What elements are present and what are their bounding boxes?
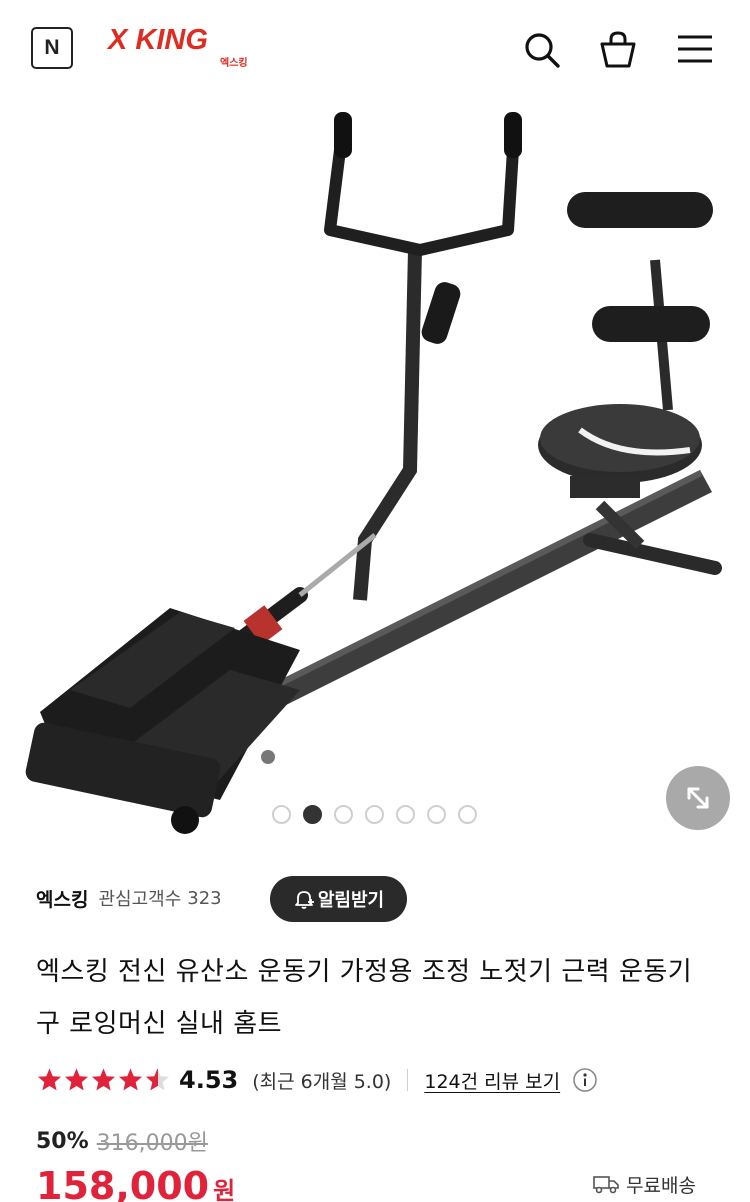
pagination-dot[interactable] bbox=[365, 805, 384, 824]
shopping-bag-icon[interactable] bbox=[596, 28, 640, 72]
search-icon[interactable] bbox=[520, 28, 564, 72]
product-image-gallery[interactable] bbox=[0, 96, 750, 846]
star-icon bbox=[146, 1068, 169, 1091]
menu-icon[interactable] bbox=[672, 28, 716, 72]
review-link[interactable]: 124건 리뷰 보기 bbox=[424, 1067, 560, 1094]
shipping-info: 무료배송 bbox=[592, 1168, 696, 1200]
star-icon bbox=[119, 1068, 142, 1091]
naver-logo[interactable]: N bbox=[31, 27, 73, 69]
info-icon[interactable] bbox=[572, 1067, 598, 1093]
rating-score: 4.53 bbox=[179, 1066, 239, 1094]
divider bbox=[407, 1069, 409, 1091]
star-rating bbox=[36, 1067, 171, 1093]
store-info-row: 엑스킹 관심고객수 323 bbox=[36, 874, 222, 922]
store-logo[interactable]: X KING 엑스킹 bbox=[108, 24, 268, 72]
alarm-button-label: 알림받기 bbox=[317, 890, 385, 911]
pagination-dot[interactable] bbox=[427, 805, 446, 824]
discount-row: 50% 316,000원 bbox=[36, 1126, 208, 1157]
sale-price-row: 158,000 원 bbox=[36, 1164, 235, 1202]
original-price: 316,000원 bbox=[96, 1131, 208, 1156]
truck-icon bbox=[593, 1176, 619, 1194]
sale-price: 158,000 bbox=[36, 1164, 210, 1202]
discount-rate: 50% bbox=[36, 1128, 89, 1154]
follower-count: 323 bbox=[187, 887, 222, 909]
star-icon bbox=[38, 1068, 61, 1091]
pagination-dot[interactable] bbox=[396, 805, 415, 824]
shipping-label: 무료배송 bbox=[626, 1174, 696, 1197]
star-icon bbox=[92, 1068, 115, 1091]
price-unit: 원 bbox=[213, 1177, 236, 1202]
store-logo-subtext: 엑스킹 bbox=[220, 58, 248, 69]
top-header: N X KING 엑스킹 bbox=[0, 0, 750, 96]
follower-label: 관심고객수 bbox=[98, 889, 182, 910]
store-name[interactable]: 엑스킹 bbox=[36, 885, 88, 912]
pagination-dot[interactable] bbox=[334, 805, 353, 824]
bell-plus-icon bbox=[294, 891, 314, 909]
recent-rating: (최근 6개월 5.0) bbox=[252, 1070, 392, 1093]
gallery-pagination bbox=[272, 805, 477, 824]
pagination-dot[interactable] bbox=[272, 805, 291, 824]
expand-image-button[interactable] bbox=[666, 766, 730, 830]
star-icon bbox=[65, 1068, 88, 1091]
rating-row: 4.53 (최근 6개월 5.0) 124건 리뷰 보기 bbox=[36, 1062, 726, 1098]
alarm-subscribe-button[interactable]: 알림받기 bbox=[270, 876, 407, 922]
expand-icon bbox=[687, 787, 709, 809]
product-title: 엑스킹 전신 유산소 운동기 가정용 조정 노젓기 근력 운동기구 로잉머신 실… bbox=[36, 957, 693, 1039]
pagination-dot[interactable] bbox=[458, 805, 477, 824]
product-image bbox=[25, 112, 722, 834]
pagination-dot-active[interactable] bbox=[303, 805, 322, 824]
store-logo-text: X KING bbox=[108, 24, 208, 56]
